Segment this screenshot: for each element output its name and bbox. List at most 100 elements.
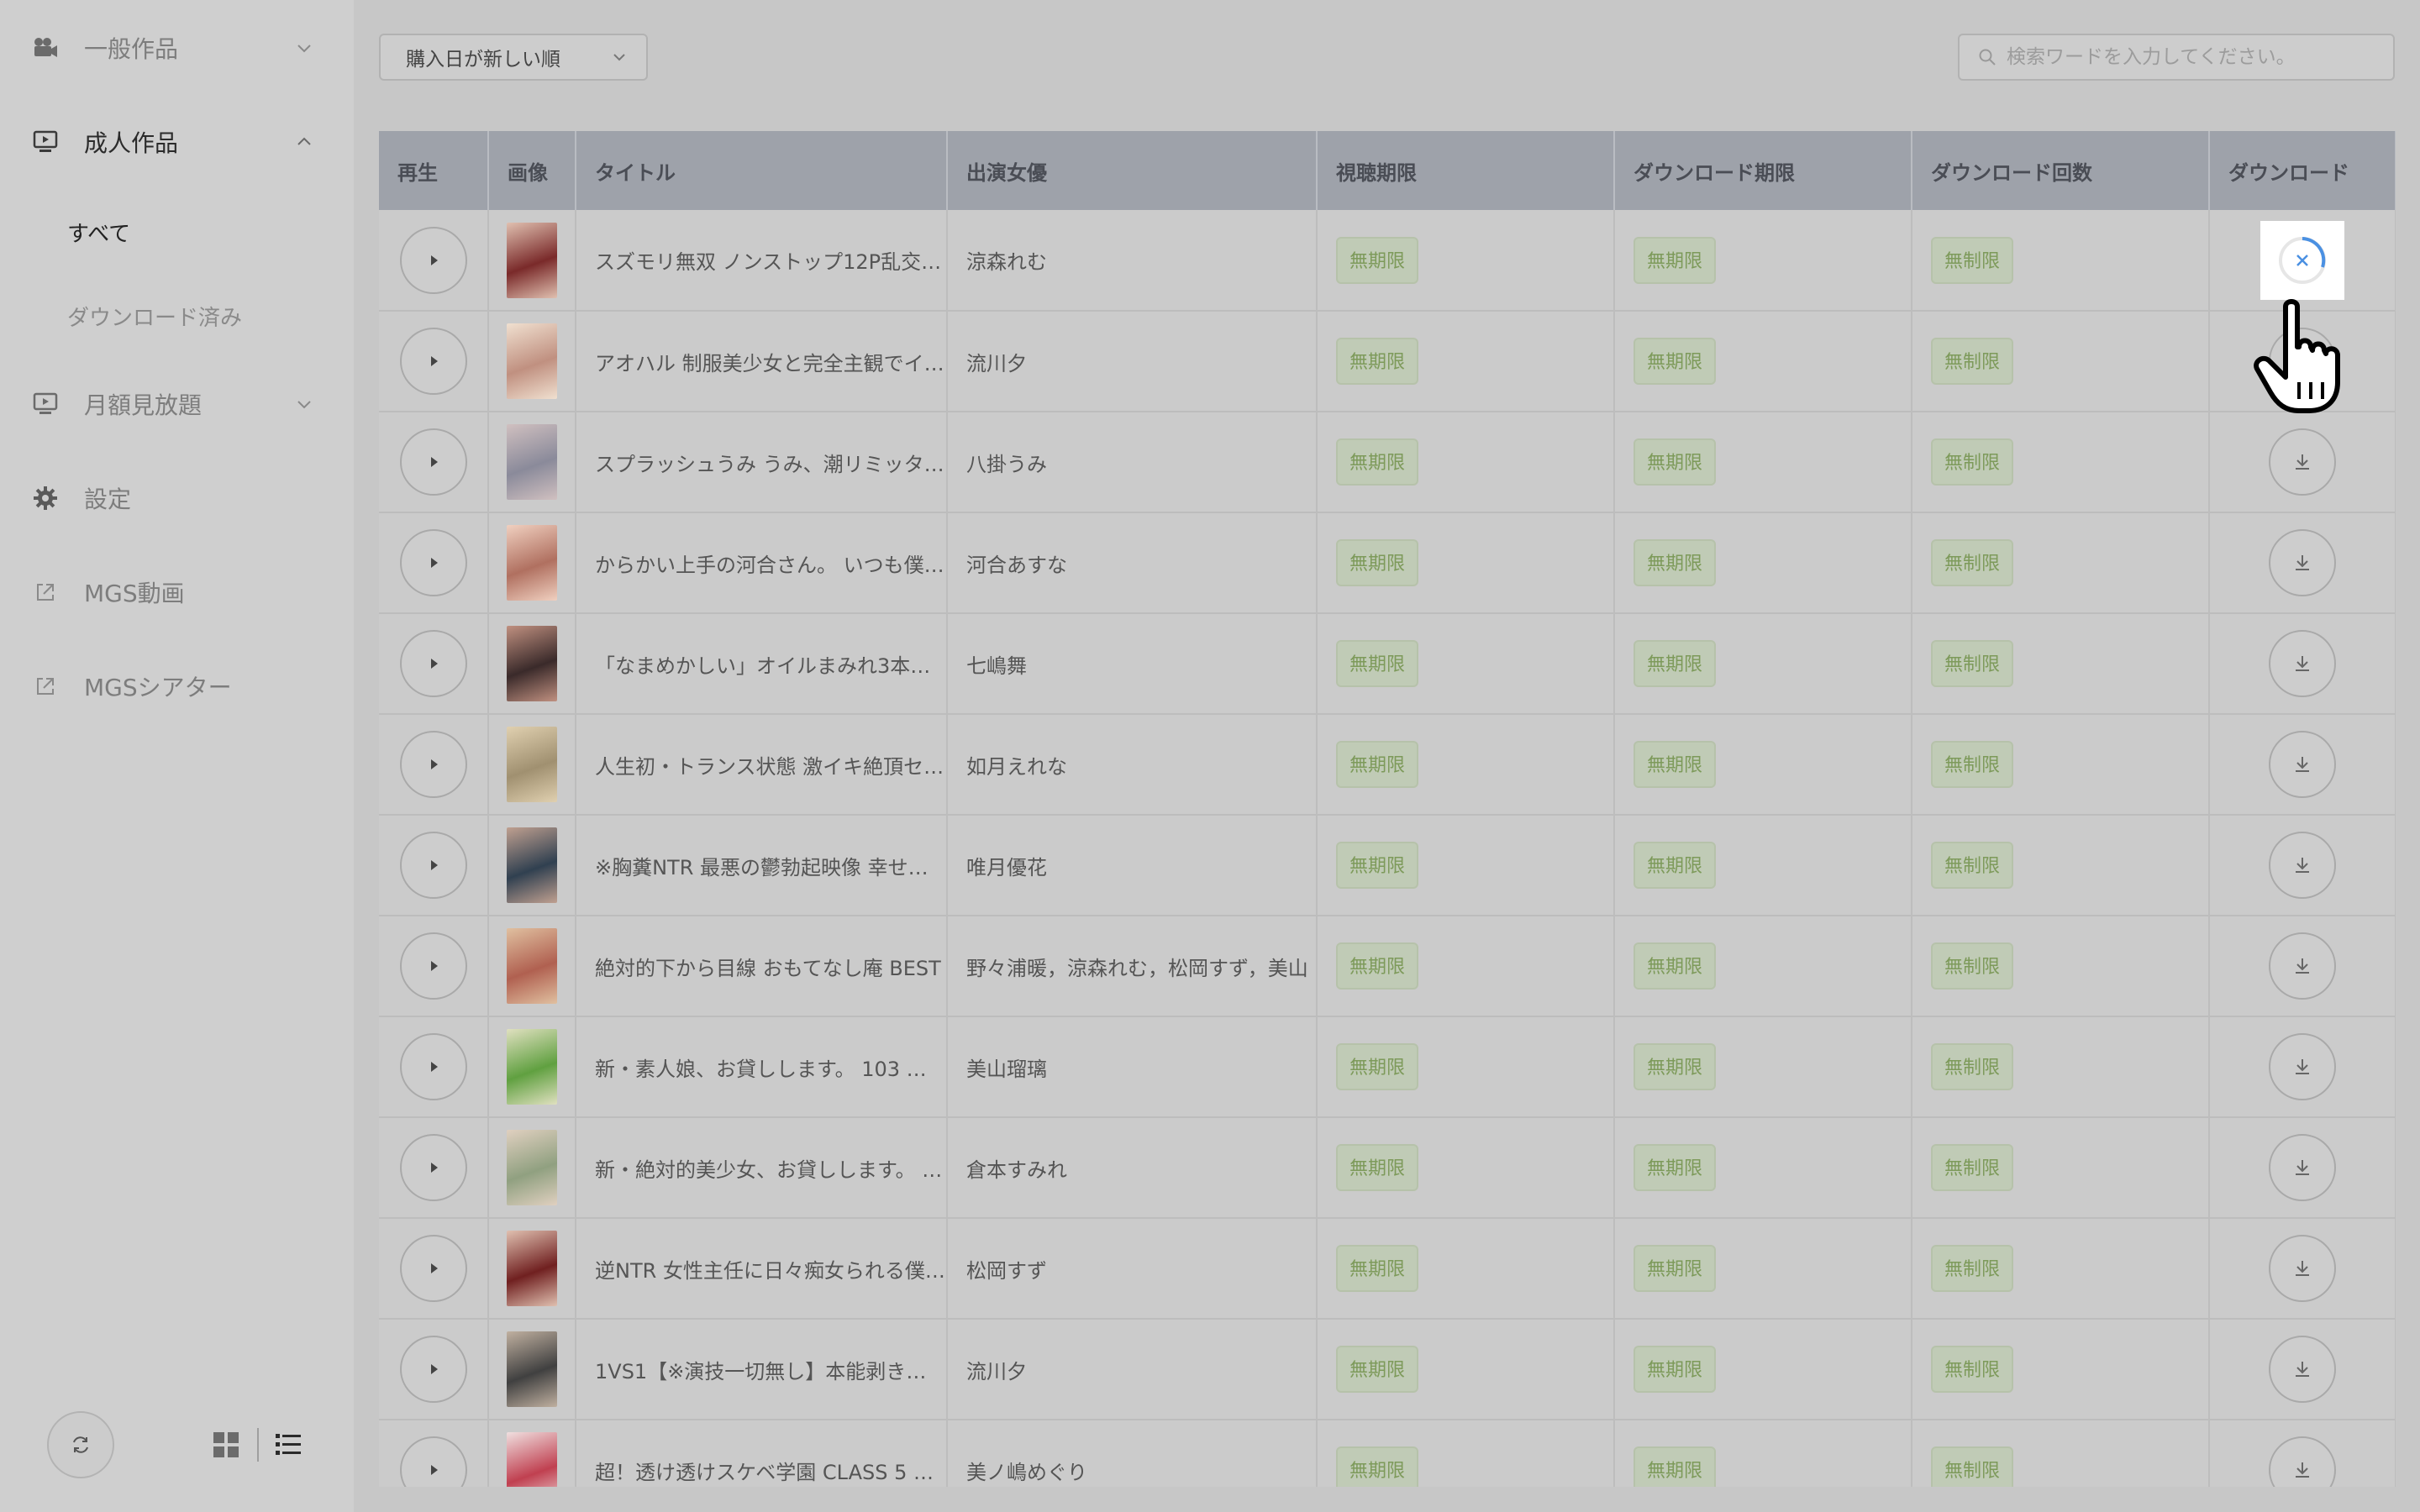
download-count-cell: 無制限 <box>1912 1218 2210 1320</box>
play-button[interactable] <box>399 1134 467 1201</box>
cover-thumbnail[interactable] <box>507 626 557 701</box>
title-cell[interactable]: 逆NTR 女性主任に日々痴女られる僕 松岡 <box>576 1218 948 1320</box>
play-button[interactable] <box>399 1235 467 1302</box>
play-button[interactable] <box>399 529 467 596</box>
cover-thumbnail[interactable] <box>507 1432 557 1487</box>
sidebar: 一般作品 成人作品 すべて ダウンロード済み 月額見放題 設定 MGS動画 MG… <box>0 0 354 1512</box>
cover-thumbnail[interactable] <box>507 827 557 903</box>
download-button[interactable] <box>2269 1033 2336 1100</box>
title-cell[interactable]: スズモリ無双 ノンストップ12P乱交 最後まで出し <box>576 210 948 312</box>
header-title: タイトル <box>576 131 948 210</box>
sidebar-item-mgs-theater[interactable]: MGSシアター <box>0 648 354 724</box>
download-button[interactable] <box>2269 731 2336 798</box>
sidebar-item-monthly[interactable]: 月額見放題 <box>0 366 354 442</box>
actress-cell: 涼森れむ <box>947 210 1318 312</box>
search-input[interactable] <box>2007 46 2376 68</box>
sidebar-item-settings[interactable]: 設定 <box>0 460 354 536</box>
download-button[interactable] <box>2269 1134 2336 1201</box>
play-button[interactable] <box>399 1336 467 1403</box>
list-view-icon[interactable] <box>274 1431 302 1459</box>
cover-thumbnail[interactable] <box>507 1130 557 1205</box>
play-button[interactable] <box>399 1033 467 1100</box>
image-cell <box>488 311 576 412</box>
cover-thumbnail[interactable] <box>507 928 557 1004</box>
header-download-count: ダウンロード回数 <box>1912 131 2210 210</box>
view-limit-cell: 無期限 <box>1317 1016 1615 1118</box>
title-cell[interactable]: 人生初・トランス状態 激イキ絶頂セックス <box>576 714 948 816</box>
download-button[interactable] <box>2269 1235 2336 1302</box>
cover-thumbnail[interactable] <box>507 323 557 399</box>
play-cell <box>379 512 489 614</box>
download-limit-cell: 無期限 <box>1614 1117 1912 1219</box>
title-cell[interactable]: からかい上手の河合さん。 いつも僕をから <box>576 512 948 614</box>
download-button[interactable] <box>2269 832 2336 899</box>
title-cell[interactable]: 絶対的下から目線 おもてなし庵 BEST <box>576 916 948 1017</box>
sidebar-item-adult[interactable]: 成人作品 <box>0 104 354 180</box>
cover-thumbnail[interactable] <box>507 525 557 601</box>
play-button[interactable] <box>399 932 467 1000</box>
download-count-cell: 無制限 <box>1912 311 2210 412</box>
download-button[interactable] <box>2269 932 2336 1000</box>
download-limit-cell: 無期限 <box>1614 1420 1912 1487</box>
title-cell[interactable]: スプラッシュうみ うみ、潮リミッター解除 <box>576 412 948 513</box>
download-cell <box>2209 714 2396 816</box>
cover-thumbnail[interactable] <box>507 424 557 500</box>
title-cell[interactable]: ※胸糞NTR 最悪の鬱勃起映像 幸せな新 <box>576 815 948 916</box>
header-download: ダウンロード <box>2209 131 2396 210</box>
download-button[interactable] <box>2269 428 2336 496</box>
grid-view-icon[interactable] <box>212 1431 240 1459</box>
title-cell[interactable]: 「なまめかしい」オイルまみれ3本番 七嶋 <box>576 613 948 715</box>
download-button[interactable] <box>2269 529 2336 596</box>
view-limit-cell: 無期限 <box>1317 311 1615 412</box>
subitem-all[interactable]: すべて <box>67 217 130 248</box>
actress-cell: 流川夕 <box>947 311 1318 412</box>
cover-thumbnail[interactable] <box>507 222 557 298</box>
download-button[interactable] <box>2269 328 2336 395</box>
play-button[interactable] <box>399 226 467 294</box>
video-camera-icon <box>32 34 59 61</box>
actress-cell: 美ノ嶋めぐり <box>947 1420 1318 1487</box>
download-count-cell: 無制限 <box>1912 815 2210 916</box>
title-cell[interactable]: 超！透け透けスケベ学園 CLASS 5 美ノ <box>576 1420 948 1487</box>
play-button[interactable] <box>399 832 467 899</box>
play-button[interactable] <box>399 1436 467 1487</box>
sidebar-item-mgs-video[interactable]: MGS動画 <box>0 554 354 630</box>
play-button[interactable] <box>399 428 467 496</box>
download-count-cell: 無制限 <box>1912 1016 2210 1118</box>
download-limit-cell: 無期限 <box>1614 1319 1912 1420</box>
download-limit-tag: 無期限 <box>1634 236 1717 284</box>
download-button[interactable] <box>2269 630 2336 697</box>
download-cell <box>2209 916 2396 1017</box>
play-button[interactable] <box>399 731 467 798</box>
play-cell <box>379 1420 489 1487</box>
play-cell <box>379 1319 489 1420</box>
play-cell <box>379 714 489 816</box>
title-cell[interactable]: 1VS1【※演技一切無し】本能剥き出し <box>576 1319 948 1420</box>
play-button[interactable] <box>399 630 467 697</box>
view-limit-cell: 無期限 <box>1317 613 1615 715</box>
play-icon <box>430 255 438 265</box>
title-cell[interactable]: 新・絶対的美少女、お貸しします。 ACT <box>576 1117 948 1219</box>
sidebar-item-label: 一般作品 <box>84 35 179 63</box>
sort-select[interactable]: 購入日が新しい順 <box>379 34 648 81</box>
cover-thumbnail[interactable] <box>507 727 557 802</box>
view-limit-tag: 無期限 <box>1336 438 1419 486</box>
download-icon <box>2296 858 2309 873</box>
cover-thumbnail[interactable] <box>507 1029 557 1105</box>
title-cell[interactable]: アオハル 制服美少女と完全主観でイチャラブ <box>576 311 948 412</box>
refresh-button[interactable] <box>47 1411 114 1478</box>
play-button[interactable] <box>399 328 467 395</box>
download-cell <box>2209 613 2396 715</box>
subitem-downloaded[interactable]: ダウンロード済み <box>67 301 242 332</box>
sidebar-item-general[interactable]: 一般作品 <box>0 10 354 86</box>
cover-thumbnail[interactable] <box>507 1331 557 1407</box>
download-button[interactable] <box>2269 1436 2336 1487</box>
download-count-tag: 無制限 <box>1931 942 2014 990</box>
download-limit-tag: 無期限 <box>1634 942 1717 990</box>
cover-thumbnail[interactable] <box>507 1231 557 1306</box>
title-cell[interactable]: 新・素人娘、お貸しします。 103 仮名 <box>576 1016 948 1118</box>
play-icon <box>430 558 438 568</box>
download-button[interactable] <box>2269 1336 2336 1403</box>
search-icon <box>1979 49 1996 66</box>
download-progress[interactable] <box>2260 220 2344 300</box>
